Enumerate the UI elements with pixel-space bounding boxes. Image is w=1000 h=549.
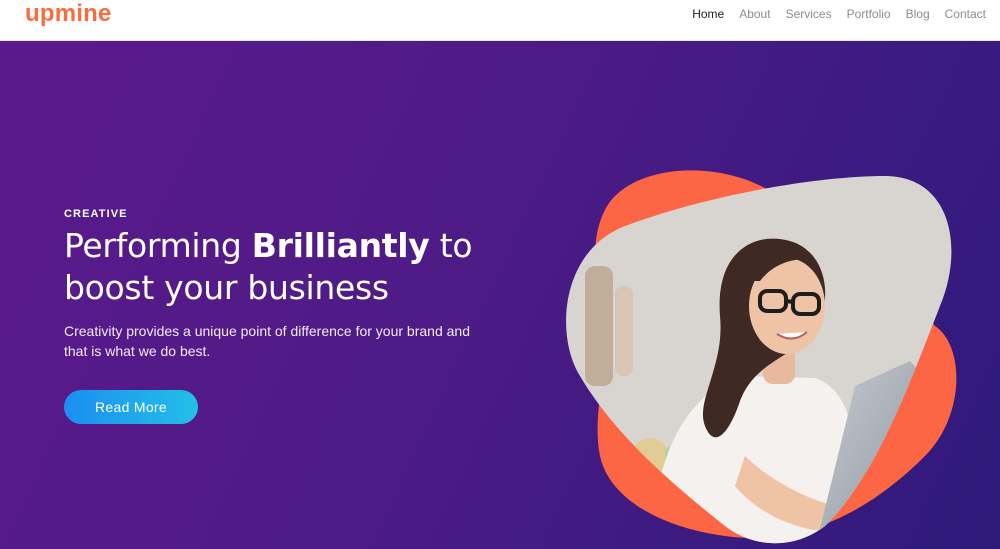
headline-bold-word: Brilliantly — [251, 226, 430, 265]
nav-about-link[interactable]: About — [739, 6, 770, 22]
nav-services-link[interactable]: Services — [786, 6, 832, 22]
nav-portfolio-link[interactable]: Portfolio — [847, 6, 891, 22]
main-nav: Home About Services Portfolio Blog Conta… — [677, 6, 986, 22]
hero-section: CREATIVE Performing Brilliantly to boost … — [0, 41, 1000, 549]
headline-part-pre: Performing — [64, 226, 252, 265]
read-more-button[interactable]: Read More — [64, 390, 198, 424]
nav-home-link[interactable]: Home — [692, 6, 724, 22]
nav-contact-link[interactable]: Contact — [945, 6, 986, 22]
headline-part-mid: to — [429, 226, 473, 265]
hero-headline: Performing Brilliantly to boost your busi… — [64, 225, 524, 309]
hero-illustration — [566, 170, 957, 544]
headline-line-two: boost your business — [64, 268, 389, 307]
brand-logo[interactable]: upmine — [25, 0, 112, 28]
nav-blog-link[interactable]: Blog — [906, 6, 930, 22]
hero-subtext: Creativity provides a unique point of di… — [64, 323, 470, 359]
top-navbar: upmine Home About Services Portfolio Blo… — [0, 0, 1000, 41]
hero-eyebrow: CREATIVE — [64, 208, 128, 220]
